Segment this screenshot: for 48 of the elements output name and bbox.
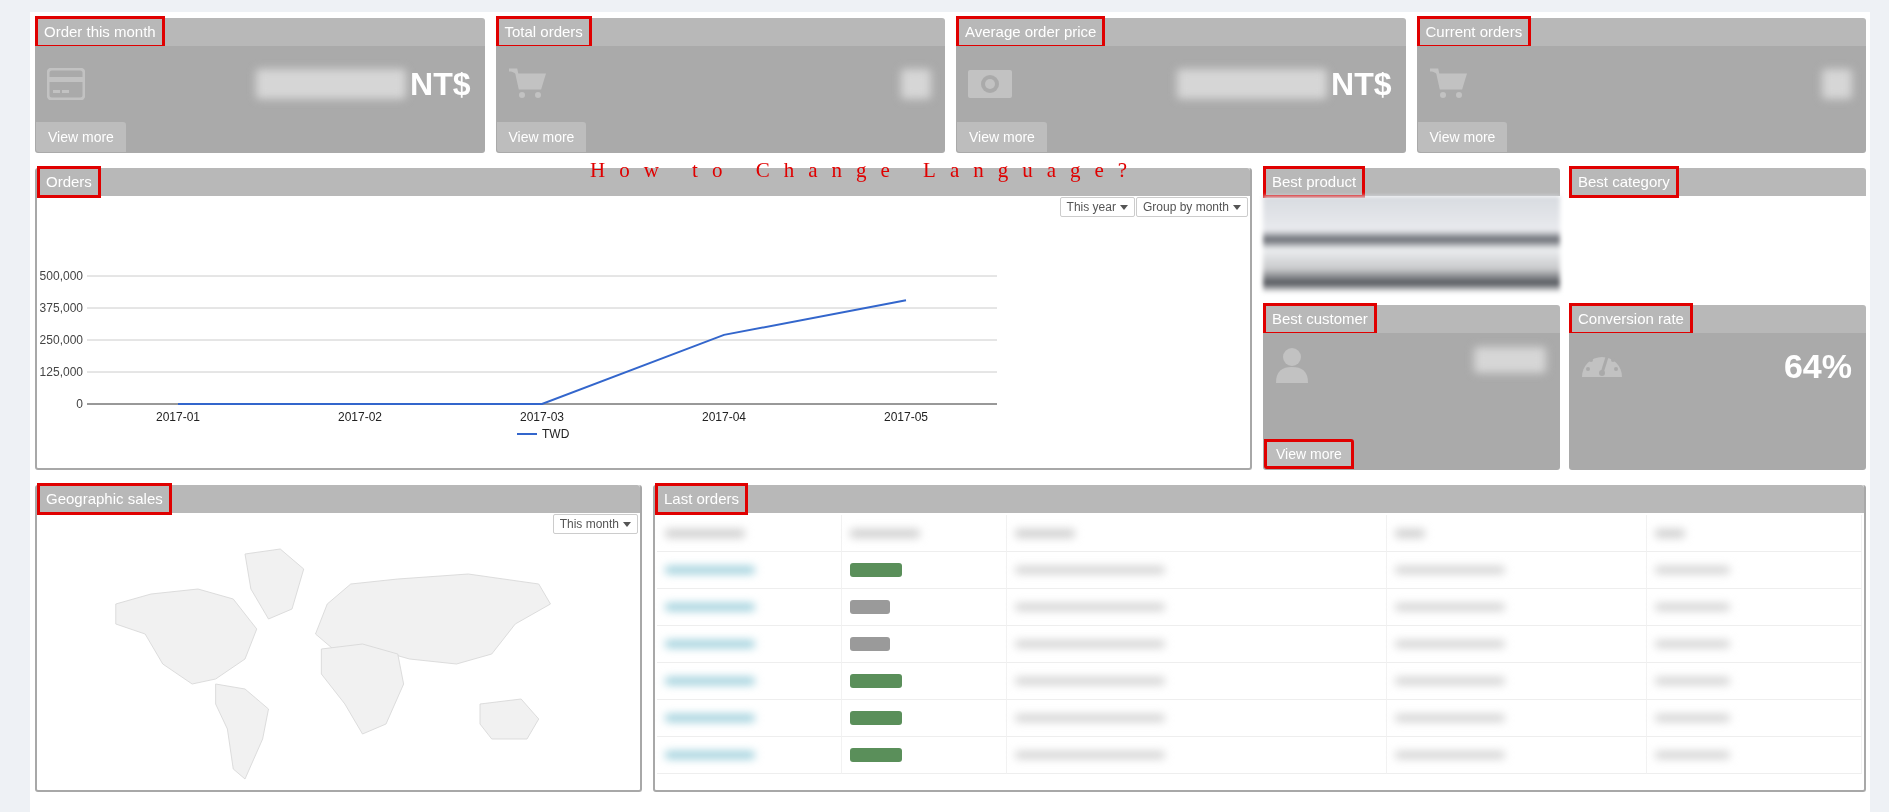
blurred-value: [901, 69, 931, 99]
blurred-value: [1474, 347, 1546, 373]
dropdown-button[interactable]: This year: [1059, 197, 1135, 217]
panel-title: Geographic sales: [37, 483, 172, 515]
axis-label: 0: [76, 397, 83, 411]
view-more-link[interactable]: View more: [36, 122, 126, 152]
blurred-header: [1015, 528, 1075, 538]
blurred-order-link[interactable]: [665, 603, 755, 611]
axis-label: 250,000: [39, 333, 83, 347]
panel-title: Orders: [37, 166, 101, 198]
axis-label: 375,000: [39, 301, 83, 315]
currency-unit: NT$: [410, 65, 471, 103]
view-more-link[interactable]: View more: [1417, 122, 1508, 152]
blurred-order-link[interactable]: [665, 640, 755, 648]
dropdown-button[interactable]: Group by month: [1135, 197, 1248, 217]
blurred-header: [850, 528, 920, 538]
blurred-order-link[interactable]: [665, 566, 755, 574]
panel-title: Last orders: [655, 483, 749, 515]
caret-icon: [1233, 205, 1241, 211]
card-title: Best category: [1569, 166, 1679, 198]
blurred-header: [1395, 528, 1425, 538]
blurred-header: [1655, 528, 1685, 538]
cart-icon: [1428, 68, 1467, 100]
blurred-order-link[interactable]: [665, 751, 755, 759]
banknote-icon: [968, 70, 1012, 98]
axis-label: 2017-01: [156, 410, 200, 424]
view-more-link[interactable]: View more: [957, 122, 1047, 152]
view-more-link[interactable]: View more: [496, 122, 587, 152]
axis-label: 2017-04: [702, 410, 746, 424]
axis-label: 2017-02: [338, 410, 382, 424]
legend-label: TWD: [542, 427, 570, 441]
axis-label: 125,000: [39, 365, 83, 379]
dropdown-button[interactable]: This month: [552, 514, 638, 534]
cart-icon: [507, 68, 546, 100]
currency-unit: NT$: [1331, 65, 1392, 103]
user-icon: [1275, 347, 1309, 383]
view-more-link[interactable]: View more: [1264, 439, 1354, 469]
blurred-value: [1822, 69, 1852, 99]
caret-icon: [623, 522, 631, 528]
axis-label: 2017-03: [520, 410, 564, 424]
axis-label: 500,000: [39, 269, 83, 283]
annotation-note: How to Change Language?: [590, 158, 1142, 183]
conversion-value: 64%: [1783, 347, 1852, 386]
credit-card-icon: [47, 68, 85, 100]
blurred-order-link[interactable]: [665, 677, 755, 685]
axis-label: 2017-05: [884, 410, 928, 424]
blurred-order-link[interactable]: [665, 714, 755, 722]
caret-icon: [1119, 205, 1128, 211]
